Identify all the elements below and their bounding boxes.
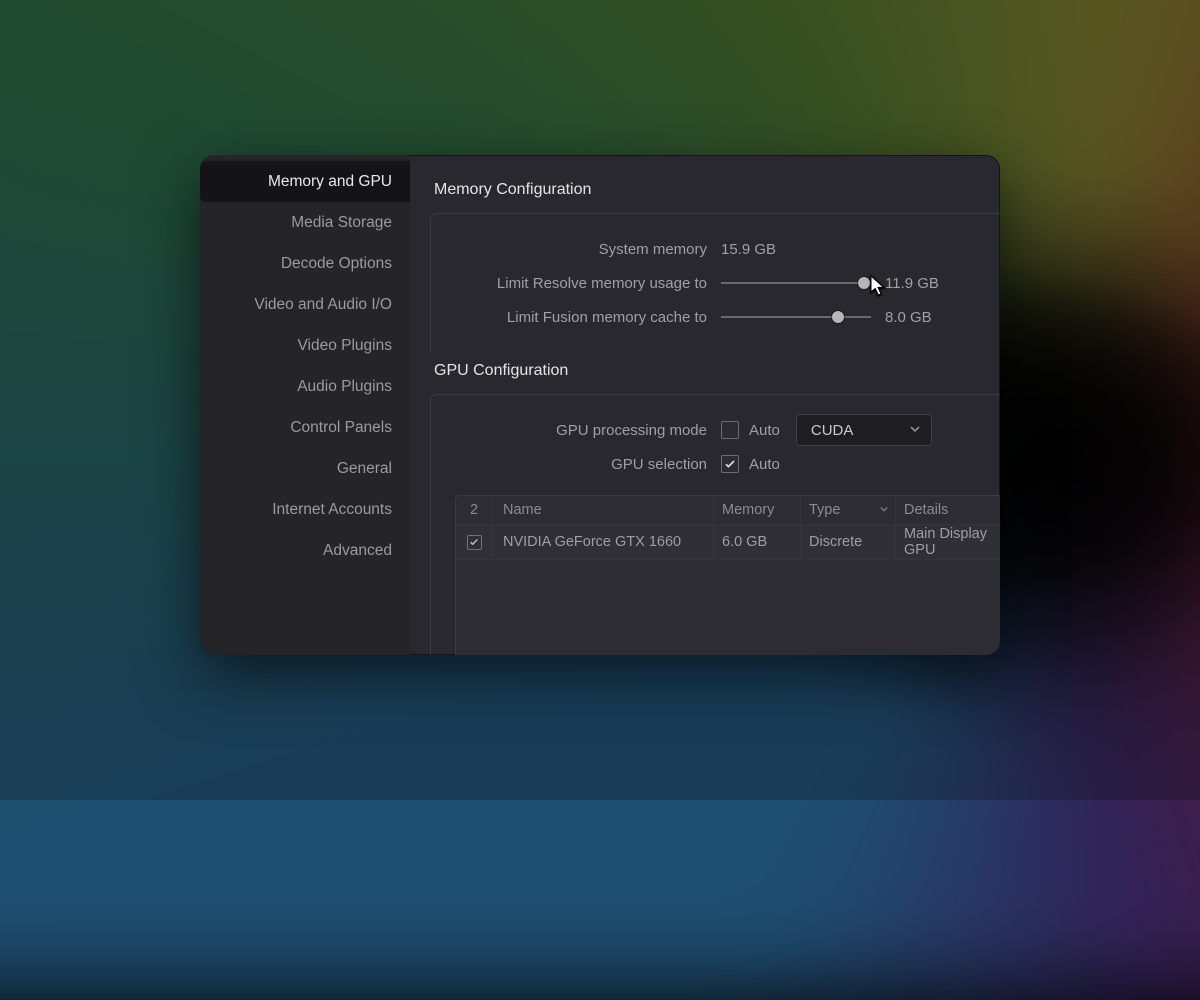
slider-track — [721, 316, 871, 318]
system-memory-value: 15.9 GB — [721, 241, 776, 258]
sidebar-item-media-storage[interactable]: Media Storage — [200, 202, 410, 243]
resolve-memory-value: 11.9 GB — [871, 275, 955, 292]
gpu-selection-row: GPU selection Auto — [431, 447, 1000, 481]
gpu-table-row[interactable]: NVIDIA GeForce GTX 16606.0 GBDiscreteMai… — [456, 525, 1000, 560]
gpu-row-checkbox[interactable] — [456, 525, 493, 559]
gpu-mode-row: GPU processing mode Auto CUDA — [431, 413, 1000, 447]
sidebar-item-control-panels[interactable]: Control Panels — [200, 407, 410, 448]
resolve-memory-label: Limit Resolve memory usage to — [431, 275, 721, 292]
system-memory-label: System memory — [431, 241, 721, 258]
gpu-selection-label: GPU selection — [431, 456, 721, 473]
fusion-memory-row: Limit Fusion memory cache to 8.0 GB — [431, 300, 1000, 334]
gpu-row-memory: 6.0 GB — [714, 525, 801, 559]
sidebar-item-video-and-audio-i-o[interactable]: Video and Audio I/O — [200, 284, 410, 325]
resolve-memory-slider[interactable] — [721, 274, 871, 292]
gpu-table-col-count: 2 — [456, 496, 493, 524]
gpu-table: 2 Name Memory Type Details NVIDIA GeForc… — [455, 495, 1000, 655]
preferences-sidebar: Memory and GPUMedia StorageDecode Option… — [200, 155, 410, 655]
gpu-selection-auto-label: Auto — [749, 456, 780, 473]
resolve-memory-row: Limit Resolve memory usage to 11.9 GB — [431, 266, 1000, 300]
gpu-row-type: Discrete — [801, 525, 896, 559]
gpu-table-col-memory[interactable]: Memory — [714, 496, 801, 524]
gpu-table-col-name[interactable]: Name — [493, 496, 714, 524]
memory-panel: System memory 15.9 GB Limit Resolve memo… — [430, 213, 1000, 352]
gpu-table-col-details[interactable]: Details — [896, 496, 1000, 524]
gpu-mode-label: GPU processing mode — [431, 422, 721, 439]
memory-section-title: Memory Configuration — [410, 171, 1000, 213]
gpu-mode-auto-label: Auto — [749, 422, 780, 439]
gpu-mode-select[interactable]: CUDA — [796, 414, 932, 446]
gpu-table-empty — [456, 560, 1000, 655]
fusion-memory-value: 8.0 GB — [871, 309, 955, 326]
gpu-panel: GPU processing mode Auto CUDA GPU select… — [430, 394, 1000, 655]
sidebar-item-audio-plugins[interactable]: Audio Plugins — [200, 366, 410, 407]
sidebar-item-decode-options[interactable]: Decode Options — [200, 243, 410, 284]
gpu-mode-select-value: CUDA — [811, 422, 854, 439]
gpu-mode-auto-checkbox[interactable] — [721, 421, 739, 439]
sidebar-item-internet-accounts[interactable]: Internet Accounts — [200, 489, 410, 530]
preferences-content: Memory Configuration System memory 15.9 … — [410, 155, 1000, 655]
chevron-down-icon — [909, 422, 921, 439]
system-memory-row: System memory 15.9 GB — [431, 232, 1000, 266]
slider-thumb[interactable] — [832, 311, 844, 323]
fusion-memory-label: Limit Fusion memory cache to — [431, 309, 721, 326]
preferences-dialog: Memory and GPUMedia StorageDecode Option… — [200, 155, 1000, 655]
slider-thumb[interactable] — [858, 277, 870, 289]
fusion-memory-slider[interactable] — [721, 308, 871, 326]
gpu-table-col-type-label: Type — [809, 502, 840, 518]
gpu-row-details: Main Display GPU — [896, 525, 1000, 559]
sidebar-item-general[interactable]: General — [200, 448, 410, 489]
chevron-down-icon — [879, 502, 889, 518]
slider-track — [721, 282, 871, 284]
gpu-section-title: GPU Configuration — [410, 352, 1000, 394]
gpu-table-col-type[interactable]: Type — [801, 496, 896, 524]
gpu-row-name: NVIDIA GeForce GTX 1660 — [493, 525, 714, 559]
sidebar-item-memory-and-gpu[interactable]: Memory and GPU — [200, 161, 410, 202]
gpu-table-header: 2 Name Memory Type Details — [456, 496, 1000, 525]
gpu-selection-auto-checkbox[interactable] — [721, 455, 739, 473]
sidebar-item-video-plugins[interactable]: Video Plugins — [200, 325, 410, 366]
sidebar-item-advanced[interactable]: Advanced — [200, 530, 410, 571]
